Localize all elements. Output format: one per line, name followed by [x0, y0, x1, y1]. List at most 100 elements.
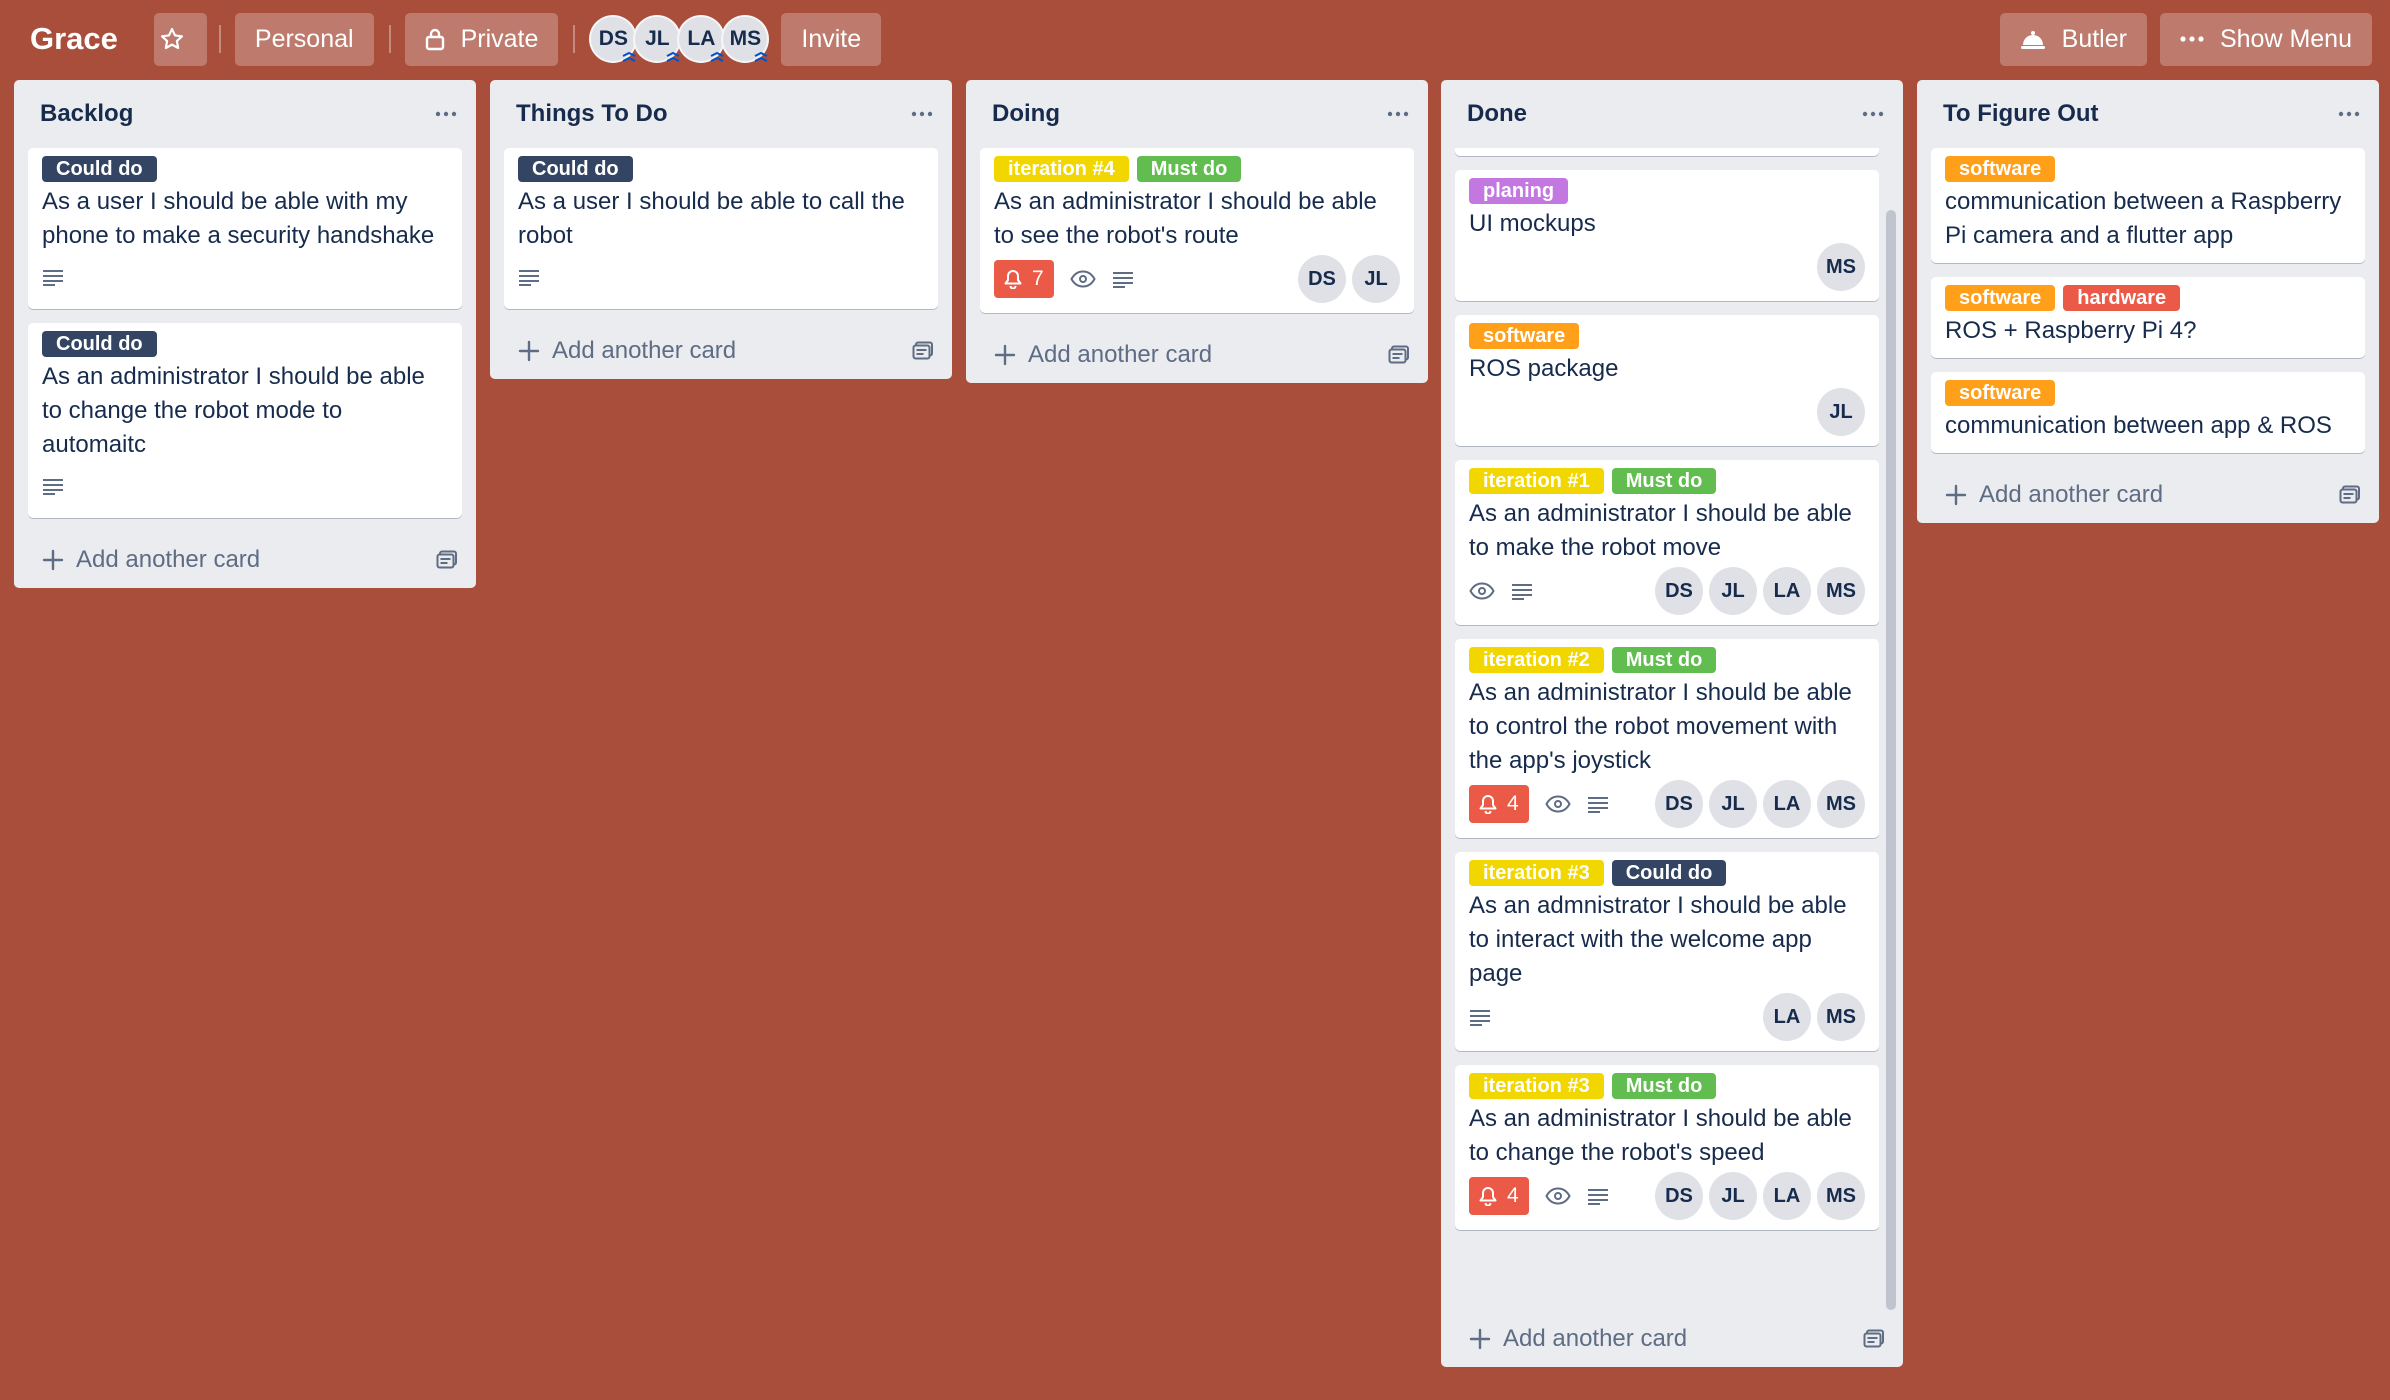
member-avatar[interactable]: DS — [589, 15, 638, 63]
member-avatar[interactable]: MS — [1817, 1172, 1865, 1220]
card[interactable]: Could do As an administrator I should be … — [28, 323, 462, 518]
card-label[interactable]: software — [1945, 156, 2056, 182]
list-title[interactable]: Backlog — [40, 100, 133, 128]
card-label[interactable]: Must do — [1611, 1073, 1717, 1099]
card-labels: iteration #2 Must do — [1469, 647, 1865, 673]
description-icon — [1587, 1189, 1608, 1205]
card[interactable]: iteration #4 Must do As an administrator I… — [980, 148, 1414, 313]
card-label[interactable]: Could do — [42, 156, 157, 182]
team-visibility-button[interactable]: Personal — [234, 12, 374, 66]
member-avatar[interactable]: JL — [1352, 255, 1400, 303]
list-doing: Doing iteration #4 Must do As an administra… — [966, 80, 1428, 383]
member-avatar[interactable]: LA — [677, 15, 726, 63]
list-things-to-do: Things To Do Could do As a user I should b… — [490, 80, 952, 379]
card-labels: software hardware — [1945, 285, 2351, 311]
card-template-icon[interactable] — [912, 341, 934, 361]
card-label[interactable]: iteration #3 — [1469, 860, 1604, 886]
add-card-button[interactable]: Add another card — [1441, 1311, 1903, 1367]
card-label[interactable]: Must do — [1611, 468, 1717, 494]
card-badges: 4 DS JL LA MS — [1469, 780, 1865, 828]
member-avatar[interactable]: MS — [1817, 780, 1865, 828]
member-avatar[interactable]: JL — [633, 15, 682, 63]
card-label[interactable]: iteration #1 — [1469, 468, 1604, 494]
card-label[interactable]: software — [1945, 285, 2056, 311]
card[interactable]: iteration #1 Must do As an administrator I… — [1455, 460, 1879, 625]
notification-badge[interactable]: 7 — [994, 260, 1054, 298]
member-avatar[interactable]: DS — [1298, 255, 1346, 303]
add-card-button[interactable]: Add another card — [1917, 467, 2379, 523]
member-avatar[interactable]: LA — [1763, 1172, 1811, 1220]
card[interactable]: iteration #2 Must do As an administrator I… — [1455, 639, 1879, 838]
card[interactable]: iteration #3 Must do As an administrator I… — [1455, 1065, 1879, 1230]
card[interactable]: software ROS package JL — [1455, 315, 1879, 446]
card[interactable]: planing UI mockups MS — [1455, 170, 1879, 301]
member-avatar[interactable]: JL — [1817, 388, 1865, 436]
card[interactable]: software communication between app & ROS — [1931, 372, 2365, 453]
member-avatar[interactable]: MS — [1817, 243, 1865, 291]
privacy-button[interactable]: Private — [404, 12, 559, 66]
card-title: As an administrator I should be able to … — [1469, 679, 1852, 774]
list-title[interactable]: To Figure Out — [1943, 100, 2099, 128]
member-avatar[interactable]: LA — [1763, 780, 1811, 828]
list-menu-icon[interactable] — [908, 100, 936, 128]
card-label[interactable]: software — [1469, 323, 1580, 349]
list-menu-icon[interactable] — [432, 100, 460, 128]
butler-button[interactable]: Butler — [1999, 12, 2147, 66]
member-avatar[interactable]: JL — [1709, 780, 1757, 828]
board-title[interactable]: Grace — [30, 21, 118, 57]
member-avatar[interactable]: MS — [1817, 567, 1865, 615]
member-avatar[interactable]: DS — [1655, 567, 1703, 615]
member-avatar[interactable]: MS — [721, 15, 770, 63]
card[interactable]: Could do As a user I should be able to ca… — [504, 148, 938, 309]
scrollbar[interactable] — [1886, 148, 1896, 1318]
card[interactable]: LAMS — [1455, 148, 1879, 156]
card-label[interactable]: hardware — [2063, 285, 2181, 311]
notification-badge[interactable]: 4 — [1469, 1177, 1529, 1215]
add-card-button[interactable]: Add another card — [14, 532, 476, 588]
member-avatar[interactable]: DS — [1655, 1172, 1703, 1220]
card-label[interactable]: software — [1945, 380, 2056, 406]
scrollbar-thumb[interactable] — [1886, 210, 1896, 1310]
notification-badge[interactable]: 4 — [1469, 785, 1529, 823]
list-menu-icon[interactable] — [2335, 100, 2363, 128]
card-template-icon[interactable] — [436, 550, 458, 570]
card-label[interactable]: Could do — [518, 156, 633, 182]
card[interactable]: software communication between a Raspberr… — [1931, 148, 2365, 263]
card[interactable]: software hardware ROS + Raspberry Pi 4? — [1931, 277, 2365, 358]
list-menu-icon[interactable] — [1859, 100, 1887, 128]
card-label[interactable]: iteration #3 — [1469, 1073, 1604, 1099]
show-menu-button[interactable]: Show Menu — [2159, 12, 2372, 66]
member-avatar[interactable]: MS — [1817, 993, 1865, 1041]
badge-icons — [518, 268, 540, 286]
card-title: As an administrator I should be able to … — [42, 363, 425, 458]
star-button[interactable] — [153, 12, 207, 66]
member-avatar[interactable]: DS — [1655, 780, 1703, 828]
add-card-button[interactable]: Add another card — [490, 323, 952, 379]
card-members: DS JL LA MS — [1655, 780, 1865, 828]
card-label[interactable]: planing — [1469, 178, 1569, 204]
add-card-label: Add another card — [1503, 1325, 1688, 1352]
card-template-icon[interactable] — [2339, 485, 2361, 505]
card-label[interactable]: iteration #4 — [994, 156, 1129, 182]
card-label[interactable]: Must do — [1136, 156, 1242, 182]
card-label[interactable]: Could do — [1611, 860, 1727, 886]
list-title[interactable]: Doing — [992, 100, 1060, 128]
invite-label: Invite — [801, 24, 862, 53]
member-avatar[interactable]: LA — [1763, 993, 1811, 1041]
card[interactable]: Could do As a user I should be able with … — [28, 148, 462, 309]
card-label[interactable]: Could do — [42, 331, 157, 357]
card-label[interactable]: Must do — [1611, 647, 1717, 673]
member-avatar[interactable]: JL — [1709, 567, 1757, 615]
done-card-scroll[interactable]: LAMSplaningUI mockupsMSsoftwareROS packa… — [1455, 148, 1879, 1311]
add-card-button[interactable]: Add another card — [966, 327, 1428, 383]
list-title[interactable]: Things To Do — [516, 100, 668, 128]
card-label[interactable]: iteration #2 — [1469, 647, 1604, 673]
member-avatar[interactable]: LA — [1763, 567, 1811, 615]
invite-button[interactable]: Invite — [781, 12, 882, 66]
list-menu-icon[interactable] — [1384, 100, 1412, 128]
member-avatar[interactable]: JL — [1709, 1172, 1757, 1220]
list-title[interactable]: Done — [1467, 100, 1527, 128]
card[interactable]: iteration #3 Could do As an admnistrator I… — [1455, 852, 1879, 1051]
card-template-icon[interactable] — [1863, 1329, 1885, 1349]
card-template-icon[interactable] — [1388, 345, 1410, 365]
